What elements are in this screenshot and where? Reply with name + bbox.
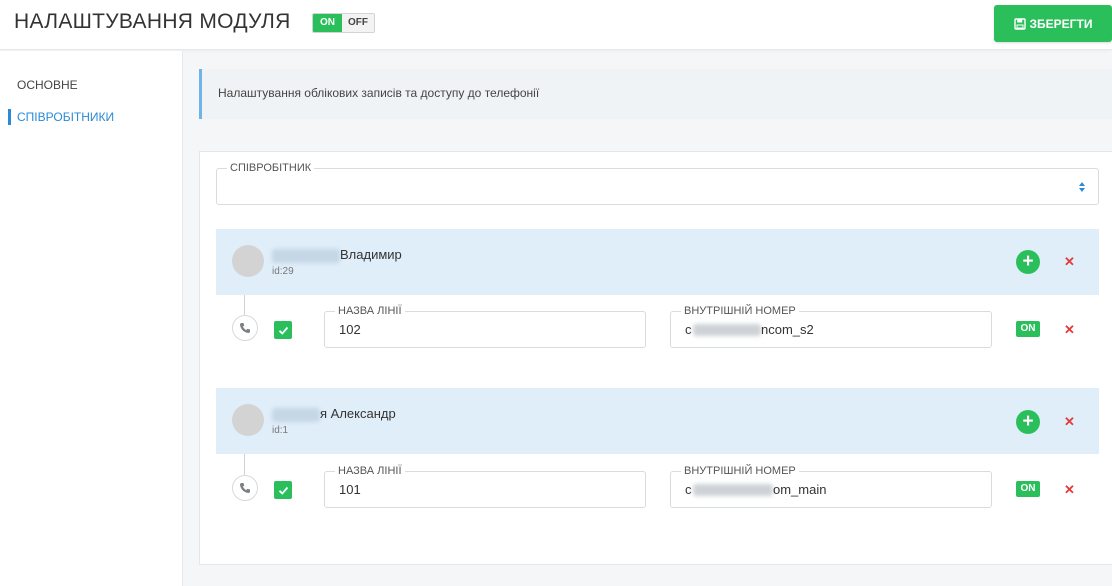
- tree-connector: [244, 295, 245, 315]
- checkmark-icon: [278, 486, 288, 495]
- internal-number-field[interactable]: ВНУТРІШНІЙ НОМЕР c om_main: [670, 465, 992, 508]
- line-name-value: 102: [339, 322, 361, 337]
- line-name-label: НАЗВА ЛІНІЇ: [335, 305, 405, 317]
- line-status-badge[interactable]: ON: [1016, 321, 1040, 337]
- add-line-button[interactable]: +: [1016, 250, 1040, 274]
- tree-connector: [244, 454, 245, 475]
- sort-arrows-icon: [1079, 182, 1085, 192]
- checkmark-icon: [278, 326, 288, 335]
- internal-number-suffix: ncom_s2: [761, 322, 814, 337]
- plus-circle-icon: +: [1022, 251, 1034, 272]
- info-text: Налаштування облікових записів та доступ…: [218, 86, 540, 100]
- sidebar-item-main[interactable]: ОСНОВНЕ: [8, 77, 78, 93]
- close-icon: ✕: [1064, 414, 1075, 429]
- close-icon: ✕: [1064, 254, 1075, 269]
- delete-employee-button[interactable]: ✕: [1064, 255, 1075, 268]
- page-title: НАЛАШТУВАННЯ МОДУЛЯ: [14, 10, 291, 33]
- internal-number-prefix: c: [685, 482, 692, 497]
- employee-name: я Александр: [320, 406, 396, 421]
- module-toggle[interactable]: ON OFF: [312, 13, 375, 33]
- internal-number-label: ВНУТРІШНІЙ НОМЕР: [681, 305, 799, 317]
- employee-id: id:1: [272, 425, 289, 436]
- line-enabled-checkbox[interactable]: [274, 321, 292, 339]
- employee-name: Владимир: [340, 247, 402, 262]
- redacted-number: [693, 324, 761, 336]
- info-callout: Налаштування облікових записів та доступ…: [199, 69, 1112, 119]
- line-name-value: 101: [339, 482, 361, 497]
- sidebar: ОСНОВНЕ СПІВРОБІТНИКИ: [0, 51, 183, 586]
- toggle-off[interactable]: OFF: [342, 14, 374, 32]
- employee-select-label: СПІВРОБІТНИК: [227, 162, 315, 174]
- redacted-name: [272, 408, 320, 422]
- redacted-number: [693, 484, 773, 496]
- phone-icon: [240, 483, 250, 493]
- employee-select[interactable]: СПІВРОБІТНИК: [216, 162, 1099, 205]
- delete-line-button[interactable]: ✕: [1064, 323, 1075, 336]
- save-button[interactable]: ЗБЕРЕГТИ: [994, 5, 1112, 42]
- line-name-label: НАЗВА ЛІНІЇ: [335, 465, 405, 477]
- add-line-button[interactable]: +: [1016, 410, 1040, 434]
- phone-circle: [232, 475, 258, 501]
- phone-circle: [232, 315, 258, 341]
- floppy-disk-icon: [1013, 17, 1026, 30]
- internal-number-suffix: om_main: [773, 482, 827, 497]
- delete-employee-button[interactable]: ✕: [1064, 415, 1075, 428]
- close-icon: ✕: [1064, 482, 1075, 497]
- save-button-label: ЗБЕРЕГТИ: [1029, 16, 1093, 31]
- plus-circle-icon: +: [1022, 411, 1034, 432]
- delete-line-button[interactable]: ✕: [1064, 483, 1075, 496]
- line-name-field[interactable]: НАЗВА ЛІНІЇ 102: [324, 305, 646, 348]
- employee-row: я Александр id:1 + ✕: [216, 388, 1099, 454]
- internal-number-label: ВНУТРІШНІЙ НОМЕР: [681, 465, 799, 477]
- toggle-on[interactable]: ON: [313, 14, 342, 32]
- close-icon: ✕: [1064, 322, 1075, 337]
- employee-row: Владимир id:29 + ✕: [216, 229, 1099, 295]
- top-bar: НАЛАШТУВАННЯ МОДУЛЯ ON OFF ЗБЕРЕГТИ: [0, 0, 1112, 50]
- line-enabled-checkbox[interactable]: [274, 481, 292, 499]
- employee-id: id:29: [272, 266, 294, 277]
- line-status-badge[interactable]: ON: [1016, 481, 1040, 497]
- avatar: [232, 245, 264, 277]
- redacted-name: [272, 249, 340, 263]
- phone-icon: [240, 323, 250, 333]
- sidebar-item-employees[interactable]: СПІВРОБІТНИКИ: [8, 109, 114, 125]
- line-name-field[interactable]: НАЗВА ЛІНІЇ 101: [324, 465, 646, 508]
- internal-number-field[interactable]: ВНУТРІШНІЙ НОМЕР c ncom_s2: [670, 305, 992, 348]
- internal-number-prefix: c: [685, 322, 692, 337]
- avatar: [232, 404, 264, 436]
